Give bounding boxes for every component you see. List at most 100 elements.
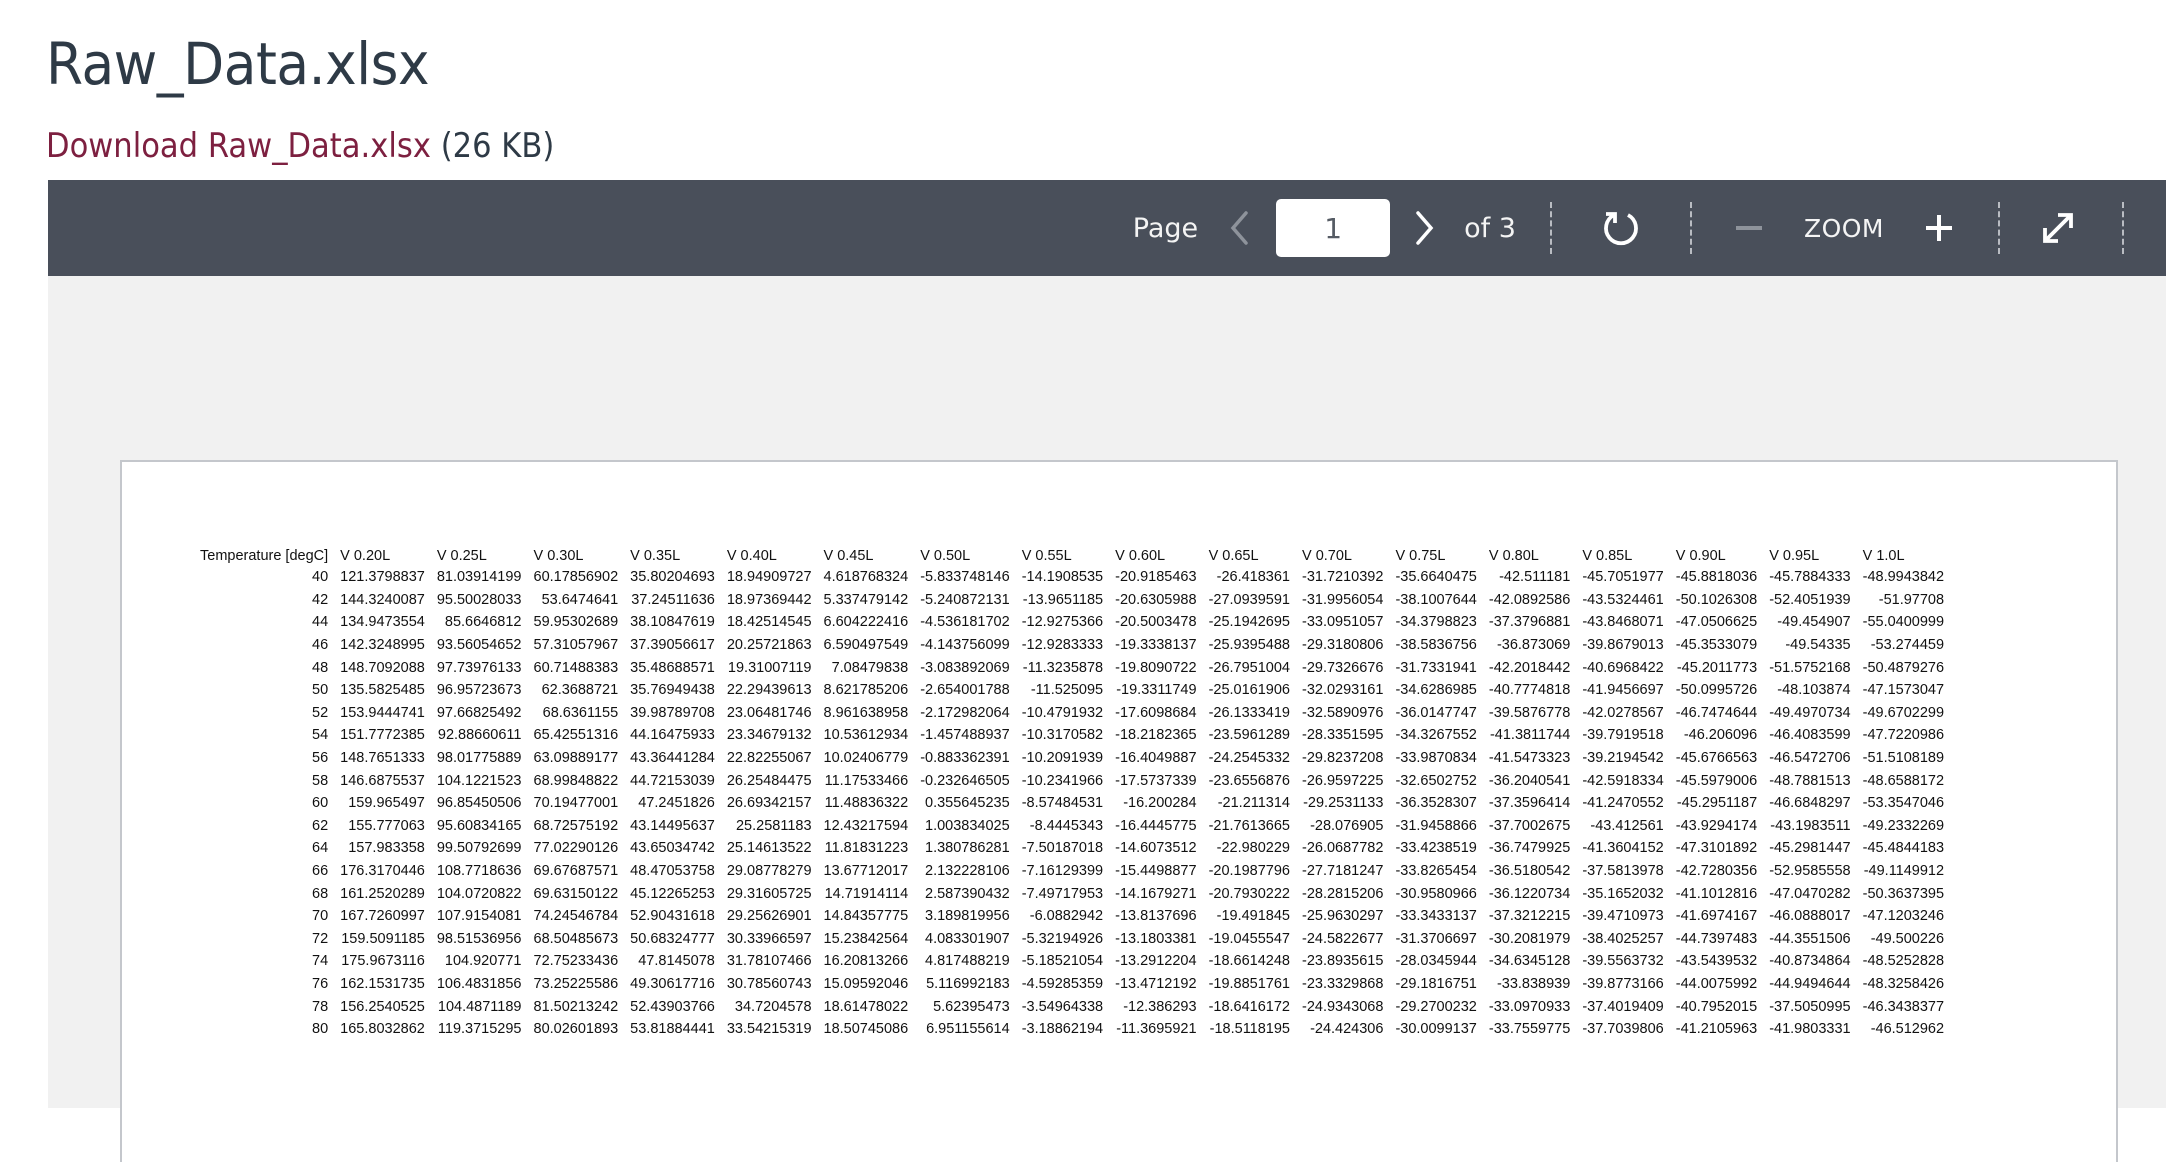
value-cell: 59.95302689 <box>533 614 619 631</box>
table-row: 72 159.5091185 98.51536956 68.50485673 50.68… <box>194 928 1950 951</box>
value-cell: -32.0293161 <box>1302 682 1384 699</box>
value-cell: 81.03914199 <box>436 569 522 586</box>
value-cell: -3.18862194 <box>1021 1021 1104 1038</box>
table-row: 70 167.7260997 107.9154081 74.24546784 52.90… <box>194 905 1950 928</box>
value-cell: -52.4051939 <box>1769 591 1851 608</box>
value-cell: 43.14495637 <box>630 817 715 834</box>
zoom-controls: ZOOM <box>1692 180 1998 276</box>
value-cell: -36.7479925 <box>1488 840 1571 857</box>
value-cell: 108.7718636 <box>436 863 522 880</box>
value-cell: -16.200284 <box>1123 795 1197 812</box>
value-cell: 22.82255067 <box>726 750 812 767</box>
value-cell: 4.618768324 <box>823 569 909 586</box>
value-cell: -51.97708 <box>1878 591 1945 608</box>
value-cell: -49.4970734 <box>1769 704 1851 721</box>
value-cell: 4.817488219 <box>925 953 1010 970</box>
table-header-row: Temperature [degC] V 0.20L V 0.25L V 0.30L V… <box>194 546 1950 566</box>
value-cell: 15.23842564 <box>823 930 909 947</box>
value-cell: 29.08778279 <box>726 863 812 880</box>
value-cell: 81.50213242 <box>533 998 619 1015</box>
value-cell: -11.3695921 <box>1116 1021 1197 1038</box>
value-cell: -13.9651185 <box>1022 591 1104 608</box>
temperature-cell: 70 <box>312 908 329 925</box>
value-cell: -42.0278567 <box>1582 704 1664 721</box>
value-cell: -49.2332269 <box>1862 817 1945 834</box>
value-cell: -33.9870834 <box>1395 750 1477 767</box>
value-cell: 35.80204693 <box>630 569 715 586</box>
value-cell: 3.189819956 <box>925 908 1010 925</box>
page-number-input[interactable] <box>1276 199 1391 257</box>
value-cell: -19.491845 <box>1216 908 1290 925</box>
value-cell: -38.1007644 <box>1395 591 1477 608</box>
value-cell: -45.8818036 <box>1675 569 1758 586</box>
temperature-cell: 46 <box>312 637 329 654</box>
temperature-cell: 62 <box>312 817 329 834</box>
value-cell: 18.50745086 <box>823 1021 909 1038</box>
value-cell: -31.9458866 <box>1395 817 1477 834</box>
value-cell: 48.47053758 <box>630 863 715 880</box>
value-cell: 29.25626901 <box>726 908 812 925</box>
value-cell: 155.777063 <box>348 817 425 834</box>
value-cell: -32.5890976 <box>1302 704 1384 721</box>
value-cell: -7.49717953 <box>1021 885 1104 902</box>
table-row: 44 134.9473554 85.6646812 59.95302689 38.108… <box>194 611 1950 634</box>
value-cell: 135.5825485 <box>340 682 425 699</box>
next-page-button[interactable] <box>1414 210 1436 246</box>
value-cell: -20.6305988 <box>1115 591 1197 608</box>
value-cell: 107.9154081 <box>436 908 522 925</box>
value-cell: -4.59285359 <box>1021 975 1104 992</box>
value-cell: 144.3240087 <box>340 591 425 608</box>
value-cell: 134.9473554 <box>340 614 425 631</box>
value-cell: 37.24511636 <box>631 591 715 608</box>
value-cell: -45.2011773 <box>1676 659 1758 676</box>
column-header: V 0.85L <box>1582 548 1633 564</box>
value-cell: 97.66825492 <box>436 704 522 721</box>
previous-page-button[interactable] <box>1228 210 1250 246</box>
value-cell: -36.873069 <box>1496 637 1571 654</box>
value-cell: -33.7559775 <box>1488 1021 1571 1038</box>
value-cell: -17.5737339 <box>1115 772 1197 789</box>
zoom-in-button[interactable] <box>1924 213 1954 243</box>
value-cell: 73.25225586 <box>533 975 619 992</box>
download-link[interactable]: Download Raw_Data.xlsx <box>46 126 431 166</box>
page-title: Raw_Data.xlsx <box>46 30 430 98</box>
value-cell: -28.3351595 <box>1302 727 1384 744</box>
value-cell: -7.50187018 <box>1021 840 1104 857</box>
value-cell: -1.457488937 <box>920 727 1010 744</box>
value-cell: 7.08479838 <box>831 659 909 676</box>
value-cell: -39.2194542 <box>1582 750 1664 767</box>
rotate-button[interactable] <box>1600 207 1642 249</box>
value-cell: 68.99848822 <box>533 772 619 789</box>
value-cell: 2.132228106 <box>925 863 1010 880</box>
value-cell: -29.3180806 <box>1302 637 1384 654</box>
value-cell: -29.8237208 <box>1302 750 1384 767</box>
value-cell: -34.6345128 <box>1488 953 1571 970</box>
value-cell: -31.7210392 <box>1302 569 1384 586</box>
value-cell: -41.3604152 <box>1582 840 1664 857</box>
table-row: 66 176.3170446 108.7718636 69.67687571 48.47… <box>194 860 1950 883</box>
value-cell: -41.1012816 <box>1675 885 1758 902</box>
value-cell: 77.02290126 <box>533 840 619 857</box>
value-cell: -33.4238519 <box>1395 840 1477 857</box>
value-cell: 104.0720822 <box>436 885 522 902</box>
temperature-cell: 74 <box>312 953 329 970</box>
page-navigation: Page of 3 <box>1133 180 1550 276</box>
zoom-out-button[interactable] <box>1734 213 1764 243</box>
plus-icon <box>1924 213 1954 243</box>
value-cell: -36.3528307 <box>1395 795 1477 812</box>
value-cell: -51.5752168 <box>1769 659 1851 676</box>
value-cell: -26.7951004 <box>1208 659 1290 676</box>
value-cell: 2.587390432 <box>925 885 1010 902</box>
table-row: 48 148.7092088 97.73976133 60.71488383 35.48… <box>194 656 1950 679</box>
value-cell: -26.1333419 <box>1208 704 1290 721</box>
value-cell: -53.3547046 <box>1862 795 1945 812</box>
value-cell: -42.511181 <box>1499 569 1571 586</box>
value-cell: -24.5822677 <box>1302 930 1384 947</box>
fullscreen-button[interactable] <box>2040 210 2076 246</box>
value-cell: -45.4844183 <box>1862 840 1945 857</box>
column-header-temperature: Temperature [degC] <box>200 548 329 564</box>
value-cell: 35.48688571 <box>630 659 715 676</box>
value-cell: 52.90431618 <box>630 908 715 925</box>
value-cell: 43.36441284 <box>630 750 715 767</box>
value-cell: 95.50028033 <box>436 591 522 608</box>
